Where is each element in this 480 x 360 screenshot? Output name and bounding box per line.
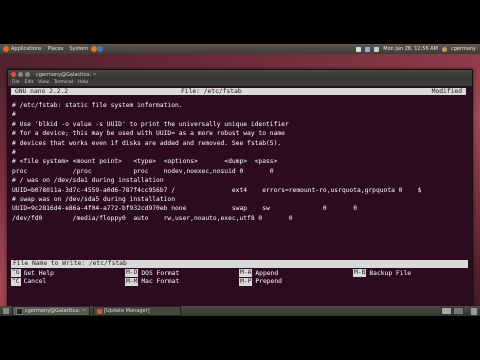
shortcut-key: M-B — [353, 269, 367, 277]
terminal-icon — [16, 307, 23, 315]
system-label: System — [69, 46, 89, 52]
places-menu[interactable]: Places — [45, 44, 67, 54]
trash-icon[interactable] — [471, 307, 477, 315]
file-line: # <file system> <mount point> <type> <op… — [12, 158, 278, 166]
workspace-2[interactable] — [453, 307, 464, 315]
shortcut-row: ^G Get Help M-D DOS Format M-A Append M-… — [11, 269, 466, 278]
file-line: UUID=9c2816d4-e86a-4f04-a772-bf932cd970e… — [12, 205, 357, 213]
file-line: # Use 'blkid -o value -s UUID' to print … — [12, 120, 289, 128]
update-manager-icon — [97, 308, 102, 314]
nano-header: GNU nano 2.2.2 File: /etc/fstab Modified — [11, 88, 466, 95]
applications-menu[interactable]: Applications — [0, 44, 45, 54]
file-line: # swap was on /dev/sda5 during installat… — [12, 195, 176, 203]
shortcut-key: M-A — [239, 269, 253, 277]
menu-view[interactable]: View — [38, 80, 49, 85]
shortcut-prepend[interactable]: M-P Prepend — [239, 277, 282, 286]
nano-version: GNU nano 2.2.2 — [15, 88, 69, 95]
shortcut-cancel[interactable]: ^C Cancel — [11, 277, 47, 286]
shortcut-key: M-D — [125, 269, 139, 277]
file-line: # for a device; this may be used with UU… — [12, 130, 285, 138]
file-line: # — [12, 148, 16, 156]
file-line: # / was on /dev/sda1 during installation — [12, 177, 164, 185]
shortcut-backup-file[interactable]: M-B Backup File — [353, 269, 411, 277]
maximize-icon[interactable] — [25, 72, 30, 77]
taskbar-label: cgermany@Galactica: ~ — [25, 308, 86, 314]
help-launcher-icon[interactable] — [97, 46, 104, 52]
file-line: /dev/fd0 /media/floppy0 auto rw,user,noa… — [12, 214, 293, 222]
shortcut-label: Append — [255, 269, 279, 277]
shortcut-key: ^G — [11, 269, 21, 277]
window-titlebar[interactable]: cgermany@Galactica: ~ — [8, 70, 472, 79]
file-line: # — [12, 111, 16, 119]
shortcut-mac-format[interactable]: M-M Mac Format — [125, 277, 180, 286]
shortcut-bar: ^G Get Help M-D DOS Format M-A Append M-… — [11, 269, 466, 286]
menu-terminal[interactable]: Terminal — [54, 80, 73, 85]
top-panel: Applications Places System Mon Jan 26, 1… — [0, 44, 480, 54]
places-label: Places — [47, 46, 64, 52]
shortcut-label: Prepend — [255, 278, 282, 285]
system-menu[interactable]: System — [66, 44, 91, 54]
user-icon — [441, 46, 447, 52]
taskbar-item-update-manager[interactable]: [Update Manager] — [93, 306, 181, 316]
letterbox-bottom — [0, 316, 480, 360]
mail-icon[interactable] — [356, 46, 362, 52]
terminal-content[interactable]: GNU nano 2.2.2 File: /etc/fstab Modified… — [8, 86, 472, 310]
minimize-icon[interactable] — [18, 72, 23, 77]
shortcut-label: Cancel — [23, 278, 47, 285]
shortcut-row: ^C Cancel M-M Mac Format M-P Prepend — [11, 277, 466, 287]
shortcut-label: Get Help — [23, 269, 54, 277]
shortcut-get-help[interactable]: ^G Get Help — [11, 269, 54, 277]
volume-icon[interactable] — [374, 46, 380, 52]
shortcut-key: M-M — [125, 277, 139, 286]
terminal-menubar: File Edit View Terminal Help — [8, 79, 472, 86]
menu-file[interactable]: File — [12, 80, 20, 85]
shortcut-append[interactable]: M-A Append — [239, 269, 278, 277]
letterbox-top — [0, 0, 480, 44]
ubuntu-logo-icon — [3, 46, 9, 52]
shortcut-dos-format[interactable]: M-D DOS Format — [125, 269, 179, 277]
filename-prompt[interactable]: File Name to Write: /etc/fstab — [11, 260, 468, 268]
file-line: # devices that works even if disks are a… — [12, 139, 282, 147]
panel-tray: Mon Jan 26, 12:56 AM cgermany — [356, 44, 480, 54]
menu-help[interactable]: Help — [78, 80, 88, 85]
file-line: UUID=b078011a-3d7c-4559-a0d6-787f4cc956b… — [12, 186, 422, 194]
file-line: proc /proc proc nodev,noexec,nosuid 0 0 — [12, 167, 274, 175]
menu-edit[interactable]: Edit — [25, 80, 34, 85]
applications-label: Applications — [11, 46, 42, 52]
show-desktop-icon[interactable] — [3, 308, 9, 314]
shortcut-label: Mac Format — [141, 278, 180, 285]
nano-filename: File: /etc/fstab — [181, 88, 242, 95]
bottom-panel: cgermany@Galactica: ~ [Update Manager] — [0, 306, 480, 316]
file-line: # /etc/fstab: static file system informa… — [12, 102, 183, 109]
workspace-switcher[interactable] — [441, 307, 468, 315]
terminal-window: cgermany@Galactica: ~ File Edit View Ter… — [7, 69, 473, 311]
network-icon[interactable] — [365, 46, 371, 52]
window-title: cgermany@Galactica: ~ — [36, 71, 97, 78]
shortcut-key: M-P — [239, 277, 253, 286]
user-name[interactable]: cgermany — [451, 44, 476, 54]
shortcut-key: ^C — [11, 277, 21, 286]
shortcut-label: Backup File — [369, 269, 412, 277]
shortcut-label: DOS Format — [141, 269, 180, 277]
taskbar-label: [Update Manager] — [104, 308, 150, 314]
clock[interactable]: Mon Jan 26, 12:56 AM — [383, 44, 438, 54]
workspace-1[interactable] — [441, 307, 452, 315]
desktop: Applications Places System Mon Jan 26, 1… — [0, 44, 480, 316]
nano-status: Modified — [431, 88, 462, 95]
taskbar-item-terminal[interactable]: cgermany@Galactica: ~ — [12, 306, 90, 316]
file-contents[interactable]: # /etc/fstab: static file system informa… — [12, 101, 472, 223]
close-icon[interactable] — [11, 72, 16, 77]
